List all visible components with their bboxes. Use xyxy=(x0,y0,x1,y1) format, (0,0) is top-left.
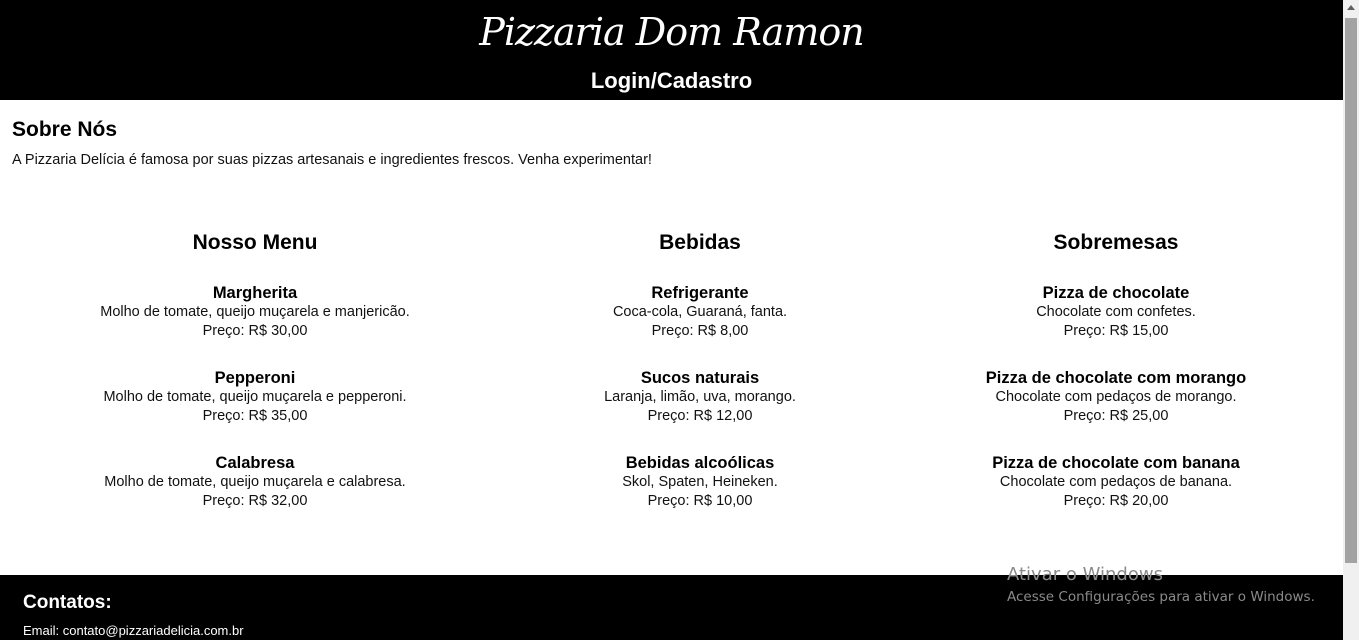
menu-title: Nosso Menu xyxy=(192,231,318,254)
menu-item: Pizza de chocolate com morango Chocolate… xyxy=(896,368,1336,426)
item-description: Molho de tomate, queijo muçarela e calab… xyxy=(104,474,406,490)
item-description: Chocolate com pedaços de morango. xyxy=(995,389,1237,405)
register-link[interactable]: Cadastro xyxy=(657,68,752,93)
menu-item: Bebidas alcoólicas Skol, Spaten, Heineke… xyxy=(480,453,920,511)
about-section: Sobre Nós A Pizzaria Delícia é famosa po… xyxy=(12,116,1312,170)
menu-item: Margherita Molho de tomate, queijo muçar… xyxy=(35,283,475,341)
item-price: Preço: R$ 8,00 xyxy=(651,323,749,339)
menu-column-pizzas: Nosso Menu Margherita Molho de tomate, q… xyxy=(35,228,475,509)
login-link[interactable]: Login xyxy=(591,68,651,93)
item-price: Preço: R$ 20,00 xyxy=(1063,493,1169,509)
item-description: Coca-cola, Guaraná, fanta. xyxy=(612,304,788,320)
item-price: Preço: R$ 15,00 xyxy=(1063,323,1169,339)
item-name: Pizza de chocolate xyxy=(1042,284,1190,302)
scroll-thumb[interactable] xyxy=(1345,18,1357,563)
watermark-subtitle: Acesse Configurações para ativar o Windo… xyxy=(1007,589,1315,605)
brand-logo: Pizzaria Dom Ramon xyxy=(479,10,864,54)
vertical-scrollbar[interactable] xyxy=(1343,0,1359,640)
auth-links: Login/Cadastro xyxy=(0,66,1343,96)
item-price: Preço: R$ 10,00 xyxy=(647,493,753,509)
menu-column-drinks: Bebidas Refrigerante Coca-cola, Guaraná,… xyxy=(480,228,920,509)
menu-title: Bebidas xyxy=(659,231,741,254)
item-description: Skol, Spaten, Heineken. xyxy=(622,474,778,490)
item-description: Laranja, limão, uva, morango. xyxy=(604,389,796,405)
item-description: Chocolate com pedaços de banana. xyxy=(999,474,1233,490)
item-name: Sucos naturais xyxy=(640,369,760,387)
about-text: A Pizzaria Delícia é famosa por suas piz… xyxy=(12,152,652,168)
item-name: Refrigerante xyxy=(651,284,749,302)
item-description: Molho de tomate, queijo muçarela e peppe… xyxy=(103,389,407,405)
windows-activation-watermark: Ativar o Windows Acesse Configurações pa… xyxy=(1007,563,1315,607)
menus-section: Nosso Menu Margherita Molho de tomate, q… xyxy=(0,228,1343,528)
menu-column-desserts: Sobremesas Pizza de chocolate Chocolate … xyxy=(896,228,1336,509)
menu-item: Pizza de chocolate com banana Chocolate … xyxy=(896,453,1336,511)
item-price: Preço: R$ 30,00 xyxy=(202,323,308,339)
item-name: Calabresa xyxy=(215,454,295,472)
page: Pizzaria Dom Ramon Login/Cadastro Sobre … xyxy=(0,0,1343,640)
item-price: Preço: R$ 25,00 xyxy=(1063,408,1169,424)
item-name: Pizza de chocolate com morango xyxy=(985,369,1247,387)
scroll-up-arrow-icon[interactable] xyxy=(1347,5,1355,10)
item-name: Margherita xyxy=(212,284,298,302)
menu-title: Sobremesas xyxy=(1053,231,1179,254)
item-price: Preço: R$ 32,00 xyxy=(202,493,308,509)
item-name: Pepperoni xyxy=(214,369,296,387)
contacts-title: Contatos: xyxy=(23,592,112,613)
item-name: Bebidas alcoólicas xyxy=(625,454,775,472)
item-price: Preço: R$ 35,00 xyxy=(202,408,308,424)
menu-item: Pizza de chocolate Chocolate com confete… xyxy=(896,283,1336,341)
item-description: Chocolate com confetes. xyxy=(1036,304,1196,320)
item-description: Molho de tomate, queijo muçarela e manje… xyxy=(100,304,410,320)
menu-item: Sucos naturais Laranja, limão, uva, mora… xyxy=(480,368,920,426)
menu-item: Refrigerante Coca-cola, Guaraná, fanta. … xyxy=(480,283,920,341)
item-name: Pizza de chocolate com banana xyxy=(992,454,1240,472)
site-header: Pizzaria Dom Ramon Login/Cadastro xyxy=(0,0,1343,100)
menu-item: Calabresa Molho de tomate, queijo muçare… xyxy=(35,453,475,511)
item-price: Preço: R$ 12,00 xyxy=(647,408,753,424)
contact-email: Email: contato@pizzariadelicia.com.br xyxy=(23,623,244,638)
menu-item: Pepperoni Molho de tomate, queijo muçare… xyxy=(35,368,475,426)
about-title: Sobre Nós xyxy=(12,118,118,141)
watermark-title: Ativar o Windows xyxy=(1007,564,1163,585)
